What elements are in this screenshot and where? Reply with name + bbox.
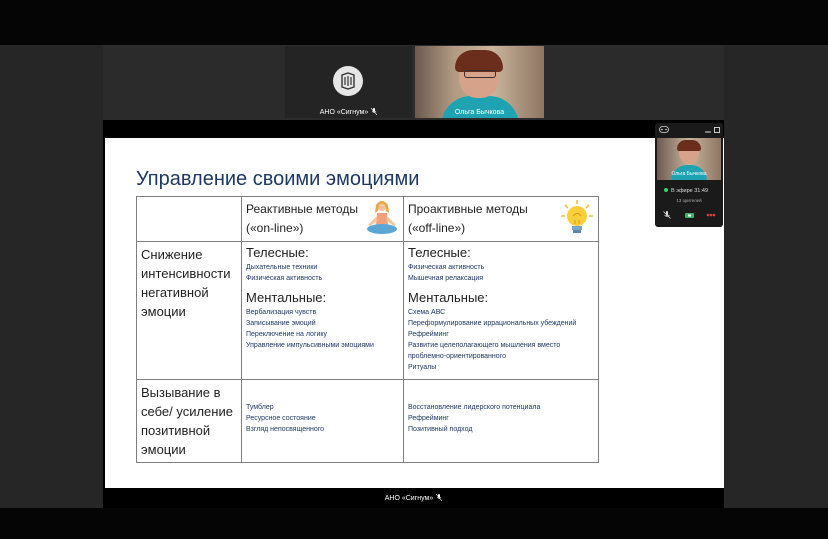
list-item: Дыхательные техники (246, 264, 318, 271)
list-item: Ритуалы (408, 364, 437, 371)
mic-off-icon[interactable] (661, 211, 673, 219)
list-item: Переключение на логику (246, 331, 328, 338)
row-header-reduce: Снижение интенсивности негативной эмоции (136, 241, 242, 380)
bottom-bar (0, 508, 828, 539)
participant-name: Ольга Бычкова (454, 109, 505, 116)
list-item: Вербализация чувств (246, 309, 317, 316)
methods-table: Реактивные методы («on-line») Проактивны… (136, 196, 599, 463)
live-dot-icon (664, 188, 668, 192)
presentation-slide: Управление своими эмоциями Реактивные ме… (105, 138, 724, 488)
meditation-illustration (367, 201, 397, 234)
left-margin (0, 45, 103, 508)
list-item: Рефрейминг (408, 331, 449, 338)
mic-off-icon (436, 494, 443, 501)
list-item: проблемно-ориентированного (408, 353, 506, 360)
camera-icon[interactable] (683, 211, 695, 219)
slide-title: Управление своими эмоциями (136, 168, 420, 190)
participant-name: АНО «Сигнум» (285, 108, 412, 116)
list-item: Рефрейминг (408, 415, 449, 422)
viewer-count: 13 зрителей (676, 198, 702, 203)
self-view-popup[interactable]: Ольга Бычкова В эфире 31:49 13 зрителей (655, 123, 723, 227)
cell-enhance-proactive: Восстановление лидерского потенциала Реф… (403, 379, 599, 463)
lightbulb-illustration (561, 200, 593, 233)
list-item: Восстановление лидерского потенциала (408, 404, 541, 411)
minimize-icon[interactable] (705, 126, 711, 135)
row-header-enhance: Вызывание в себе/ усиление позитивной эм… (136, 379, 242, 463)
end-call-icon[interactable] (705, 211, 717, 219)
expand-icon[interactable] (714, 126, 720, 135)
list-item: Переформулирование иррациональных убежде… (408, 320, 577, 327)
list-item: Развитие целеполагающего мышления вместо (408, 342, 561, 349)
cell-reduce-proactive: Телесные: Физическая активность Мышечная… (403, 241, 599, 380)
participant-tile-organization[interactable]: АНО «Сигнум» (285, 46, 412, 118)
popup-menu-icon[interactable] (659, 126, 669, 135)
popup-controls (661, 211, 717, 219)
list-item: Взгляд непосвященного (246, 426, 325, 433)
column-header-proactive: Проактивные методы («off-line») (403, 196, 599, 242)
presenter-label: АНО «Сигнум» (103, 494, 724, 502)
sigma-logo-icon (333, 66, 363, 96)
self-name: Ольга Бычкова (671, 171, 707, 177)
participant-tile-video[interactable]: Ольга Бычкова (415, 46, 544, 118)
list-item: Тумблер (246, 404, 274, 411)
list-item: Физическая активность (246, 275, 323, 282)
list-item: Позитивный подход (408, 426, 473, 433)
top-bar (0, 0, 828, 45)
right-margin (724, 45, 828, 508)
list-item: Управление импульсивными эмоциями (246, 342, 374, 349)
live-status: В эфире 31:49 (664, 188, 708, 194)
list-item: Мышечная релаксация (408, 275, 484, 282)
list-item: Записывание эмоций (246, 320, 316, 327)
list-item: Схема АВС (408, 309, 446, 316)
column-header-reactive: Реактивные методы («on-line») (241, 196, 404, 242)
list-item: Физическая активность (408, 264, 485, 271)
list-item: Ресурсное состояние (246, 415, 316, 422)
mic-off-icon (371, 108, 378, 115)
table-corner-cell (136, 196, 242, 242)
self-video: Ольга Бычкова (657, 138, 721, 180)
cell-reduce-reactive: Телесные: Дыхательные техники Физическая… (241, 241, 404, 380)
cell-enhance-reactive: Тумблер Ресурсное состояние Взгляд непос… (241, 379, 404, 463)
